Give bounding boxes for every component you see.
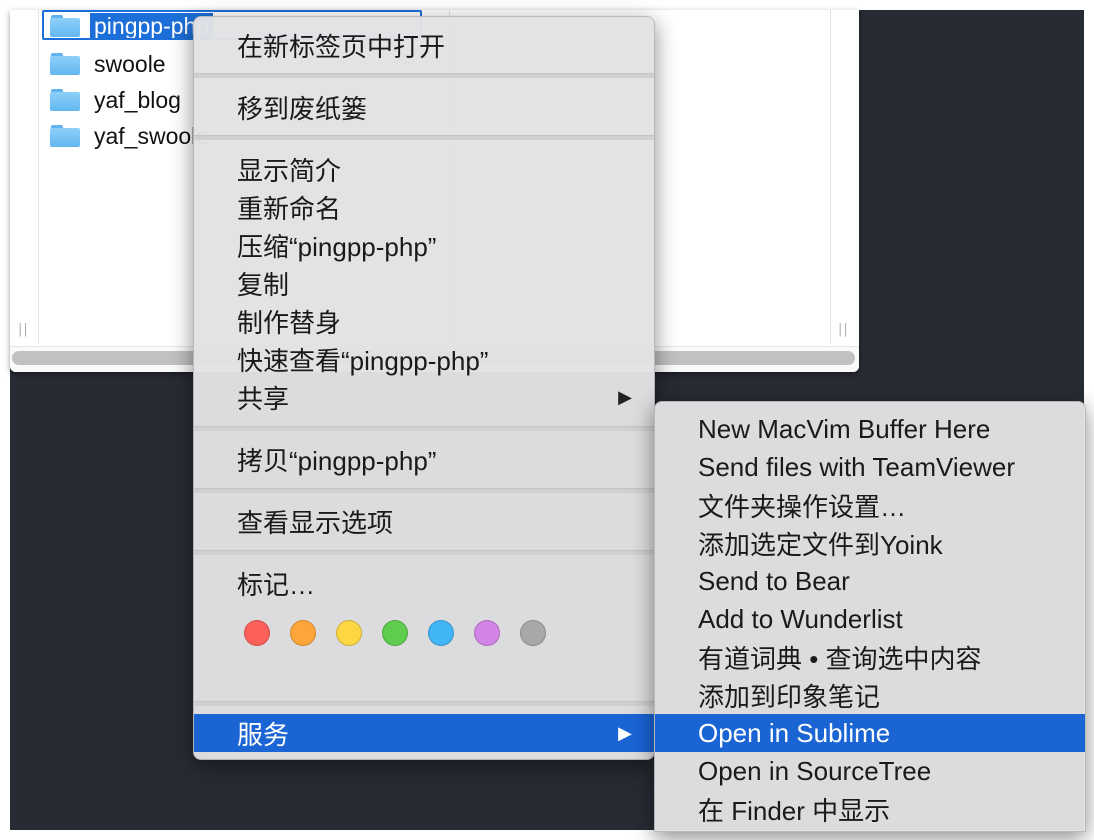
- menu-item-label: 快速查看“pingpp-php”: [237, 345, 489, 376]
- menu-item-rename[interactable]: 重新命名: [194, 188, 654, 226]
- menu-item-label: Send to Bear: [698, 565, 850, 596]
- services-item[interactable]: Add to Wunderlist: [655, 600, 1085, 638]
- file-row-yaf-blog[interactable]: yaf_blog: [50, 84, 181, 116]
- menu-item-label: 复制: [237, 269, 290, 300]
- menu-item-copy[interactable]: 拷贝“pingpp-php”: [194, 440, 654, 478]
- services-item[interactable]: 有道词典 • 查询选中内容: [655, 638, 1085, 676]
- menu-item-label: 显示简介: [237, 155, 342, 186]
- menu-item-tags[interactable]: 标记…: [194, 564, 654, 602]
- menu-item-label: 共享: [237, 383, 290, 414]
- menu-item-label: Open in SourceTree: [698, 755, 932, 786]
- file-row-yaf-swoole[interactable]: yaf_swoole: [50, 120, 209, 152]
- menu-item-label: 添加选定文件到Yoink: [698, 529, 943, 560]
- services-item[interactable]: Send files with TeamViewer: [655, 448, 1085, 486]
- services-item[interactable]: 添加选定文件到Yoink: [655, 524, 1085, 562]
- services-item[interactable]: 文件夹操作设置…: [655, 486, 1085, 524]
- menu-item-services[interactable]: 服务 ▶: [194, 714, 654, 752]
- menu-item-move-to-trash[interactable]: 移到废纸篓: [194, 88, 654, 126]
- column-resize-handle[interactable]: ||: [838, 322, 849, 337]
- folder-icon: [50, 15, 80, 37]
- tag-purple[interactable]: [474, 620, 500, 646]
- context-menu: 在新标签页中打开 移到废纸篓 显示简介 重新命名 压缩“pingpp-php” …: [193, 16, 655, 760]
- menu-separator: [194, 701, 654, 706]
- menu-item-label: 有道词典 • 查询选中内容: [698, 643, 982, 674]
- menu-item-label: 重新命名: [237, 193, 342, 224]
- tag-red[interactable]: [244, 620, 270, 646]
- services-submenu: New MacVim Buffer Here Send files with Te…: [654, 401, 1086, 832]
- menu-separator: [194, 73, 654, 78]
- submenu-arrow-icon: ▶: [618, 386, 632, 407]
- services-item[interactable]: Open in SourceTree: [655, 752, 1085, 790]
- services-item[interactable]: Send to Bear: [655, 562, 1085, 600]
- folder-icon: [50, 53, 80, 75]
- file-name: yaf_swoole: [94, 122, 210, 149]
- tag-blue[interactable]: [428, 620, 454, 646]
- menu-item-compress[interactable]: 压缩“pingpp-php”: [194, 226, 654, 264]
- menu-item-label: 文件夹操作设置…: [698, 491, 907, 522]
- menu-item-share[interactable]: 共享 ▶: [194, 378, 654, 416]
- tag-gray[interactable]: [520, 620, 546, 646]
- column-gutter: [10, 10, 39, 345]
- menu-item-quick-look[interactable]: 快速查看“pingpp-php”: [194, 340, 654, 378]
- tag-yellow[interactable]: [336, 620, 362, 646]
- tag-color-picker: [244, 620, 546, 646]
- folder-icon: [50, 125, 80, 147]
- menu-item-label: 在 Finder 中显示: [698, 795, 891, 826]
- services-item[interactable]: 在 Finder 中显示: [655, 790, 1085, 828]
- menu-item-label: 服务: [237, 719, 290, 750]
- column-divider[interactable]: [830, 10, 831, 345]
- menu-separator: [194, 135, 654, 140]
- menu-item-label: 压缩“pingpp-php”: [237, 231, 437, 262]
- services-item[interactable]: 添加到印象笔记: [655, 676, 1085, 714]
- menu-item-label: 拷贝“pingpp-php”: [237, 445, 437, 476]
- menu-item-label: 移到废纸篓: [237, 93, 368, 124]
- menu-separator: [194, 488, 654, 493]
- tag-orange[interactable]: [290, 620, 316, 646]
- menu-separator: [194, 426, 654, 431]
- menu-item-label: Open in Sublime: [698, 717, 891, 748]
- services-item[interactable]: New MacVim Buffer Here: [655, 410, 1085, 448]
- menu-item-label: 查看显示选项: [237, 507, 394, 538]
- menu-item-label: 添加到印象笔记: [698, 681, 881, 712]
- file-row-pingpp-php[interactable]: pingpp-php: [42, 10, 422, 42]
- menu-item-open-in-new-tab[interactable]: 在新标签页中打开: [194, 26, 654, 64]
- tag-green[interactable]: [382, 620, 408, 646]
- menu-item-make-alias[interactable]: 制作替身: [194, 302, 654, 340]
- menu-item-label: New MacVim Buffer Here: [698, 413, 991, 444]
- folder-icon: [50, 89, 80, 111]
- file-name: swoole: [94, 50, 166, 77]
- menu-item-duplicate[interactable]: 复制: [194, 264, 654, 302]
- file-row-swoole[interactable]: swoole: [50, 48, 166, 80]
- menu-item-label: 标记…: [237, 569, 316, 600]
- menu-item-label: Send files with TeamViewer: [698, 451, 1015, 482]
- menu-item-get-info[interactable]: 显示简介: [194, 150, 654, 188]
- column-resize-handle[interactable]: ||: [18, 322, 29, 337]
- submenu-arrow-icon: ▶: [618, 722, 632, 743]
- menu-item-label: Add to Wunderlist: [698, 603, 903, 634]
- menu-item-label: 在新标签页中打开: [237, 31, 446, 62]
- services-item[interactable]: Open in Sublime: [655, 714, 1085, 752]
- file-name: yaf_blog: [94, 86, 181, 113]
- menu-separator: [194, 550, 654, 555]
- menu-item-label: 制作替身: [237, 307, 342, 338]
- menu-item-show-view-options[interactable]: 查看显示选项: [194, 502, 654, 540]
